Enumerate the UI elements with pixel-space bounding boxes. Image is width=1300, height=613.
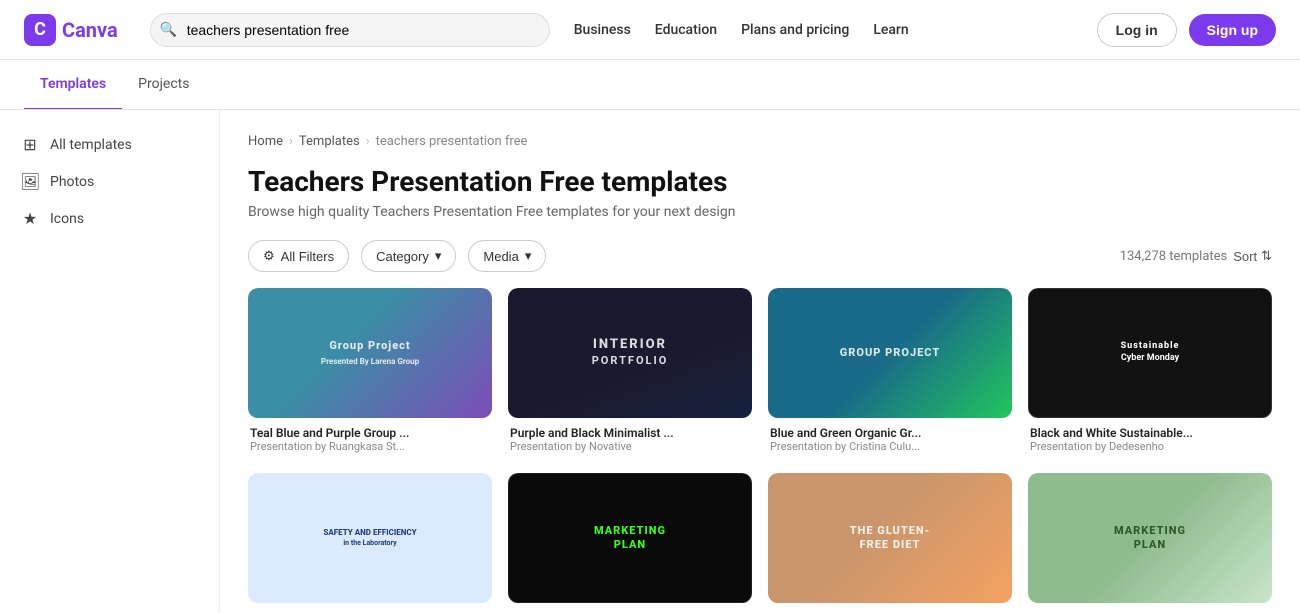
secondary-nav: Templates Projects: [0, 60, 1300, 110]
template-grid: Group Project Presented By Larena Group …: [248, 288, 1272, 613]
media-chevron-icon: ▾: [525, 248, 532, 264]
content-area: ⊞ All templates 🖼 Photos ★ Icons Home › …: [0, 110, 1300, 613]
sort-icon: ⇅: [1261, 248, 1272, 264]
sort-label: Sort: [1233, 249, 1257, 264]
search-input[interactable]: [150, 13, 550, 47]
page-title: Teachers Presentation Free templates: [248, 165, 1272, 198]
breadcrumb: Home › Templates › teachers presentation…: [248, 134, 1272, 149]
media-filter-label: Media: [483, 249, 518, 264]
page-subtitle: Browse high quality Teachers Presentatio…: [248, 204, 1272, 220]
photo-icon: 🖼: [20, 172, 40, 191]
nav-link-learn[interactable]: Learn: [873, 22, 908, 38]
logo[interactable]: C Canva: [24, 14, 118, 46]
sidebar-item-all[interactable]: ⊞ All templates: [0, 126, 219, 163]
breadcrumb-templates[interactable]: Templates: [299, 134, 360, 149]
chevron-down-icon: ▾: [435, 248, 442, 264]
secondary-nav-links: Templates Projects: [24, 60, 205, 110]
templates-count: 134,278 templates Sort ⇅: [1120, 248, 1272, 264]
template-card-2[interactable]: INTERIOR PORTFOLIO Purple and Black Mini…: [508, 288, 752, 457]
media-filter-button[interactable]: Media ▾: [468, 240, 546, 272]
main-content: Home › Templates › teachers presentation…: [220, 110, 1300, 613]
sidebar: ⊞ All templates 🖼 Photos ★ Icons: [0, 110, 220, 613]
tab-templates[interactable]: Templates: [24, 60, 122, 110]
count-label: 134,278 templates: [1120, 249, 1228, 264]
category-filter-label: Category: [376, 249, 429, 264]
filters-row: ⚙ All Filters Category ▾ Media ▾ 134,278…: [248, 240, 1272, 272]
sidebar-label-all: All templates: [50, 137, 132, 153]
nav-link-plans[interactable]: Plans and pricing: [741, 22, 849, 38]
top-nav: C Canva 🔍 Business Education Plans and p…: [0, 0, 1300, 60]
all-filters-button[interactable]: ⚙ All Filters: [248, 240, 349, 272]
search-icon: 🔍: [160, 22, 177, 38]
nav-actions: Log in Sign up: [1097, 13, 1276, 47]
signup-button[interactable]: Sign up: [1189, 14, 1276, 46]
nav-links: Business Education Plans and pricing Lea…: [574, 22, 909, 38]
template-card-3[interactable]: GROUP PROJECT Blue and Green Organic Gr.…: [768, 288, 1012, 457]
star-icon: ★: [20, 209, 40, 228]
logo-text: Canva: [62, 18, 118, 42]
breadcrumb-home[interactable]: Home: [248, 134, 283, 149]
breadcrumb-current: teachers presentation free: [376, 134, 528, 149]
sidebar-item-icons[interactable]: ★ Icons: [0, 200, 219, 237]
breadcrumb-sep-1: ›: [289, 134, 293, 149]
nav-search: 🔍: [150, 13, 550, 47]
category-filter-button[interactable]: Category ▾: [361, 240, 456, 272]
sidebar-label-icons: Icons: [50, 211, 84, 227]
nav-link-education[interactable]: Education: [655, 22, 717, 38]
tab-projects[interactable]: Projects: [122, 60, 205, 110]
template-card-8[interactable]: MARKETING PLAN Beige and Green Modern ..…: [1028, 473, 1272, 613]
template-card-1[interactable]: Group Project Presented By Larena Group …: [248, 288, 492, 457]
template-card-5[interactable]: Safety and Efficiency in the Laboratory …: [248, 473, 492, 613]
all-filters-label: All Filters: [281, 249, 334, 264]
template-card-4[interactable]: Sustainable Cyber Monday Black and White…: [1028, 288, 1272, 457]
filter-icon: ⚙: [263, 248, 275, 264]
sidebar-label-photos: Photos: [50, 174, 94, 190]
template-card-7[interactable]: THE GLUTEN- FREE DIET Beige and orange G…: [768, 473, 1012, 613]
nav-link-business[interactable]: Business: [574, 22, 631, 38]
grid-icon: ⊞: [20, 135, 40, 154]
sidebar-item-photos[interactable]: 🖼 Photos: [0, 163, 219, 200]
login-button[interactable]: Log in: [1097, 13, 1177, 47]
logo-icon: C: [24, 14, 56, 46]
breadcrumb-sep-2: ›: [366, 134, 370, 149]
sort-button[interactable]: Sort ⇅: [1233, 248, 1272, 264]
template-card-6[interactable]: MARKETING PLAN Black and Neon Green M...…: [508, 473, 752, 613]
